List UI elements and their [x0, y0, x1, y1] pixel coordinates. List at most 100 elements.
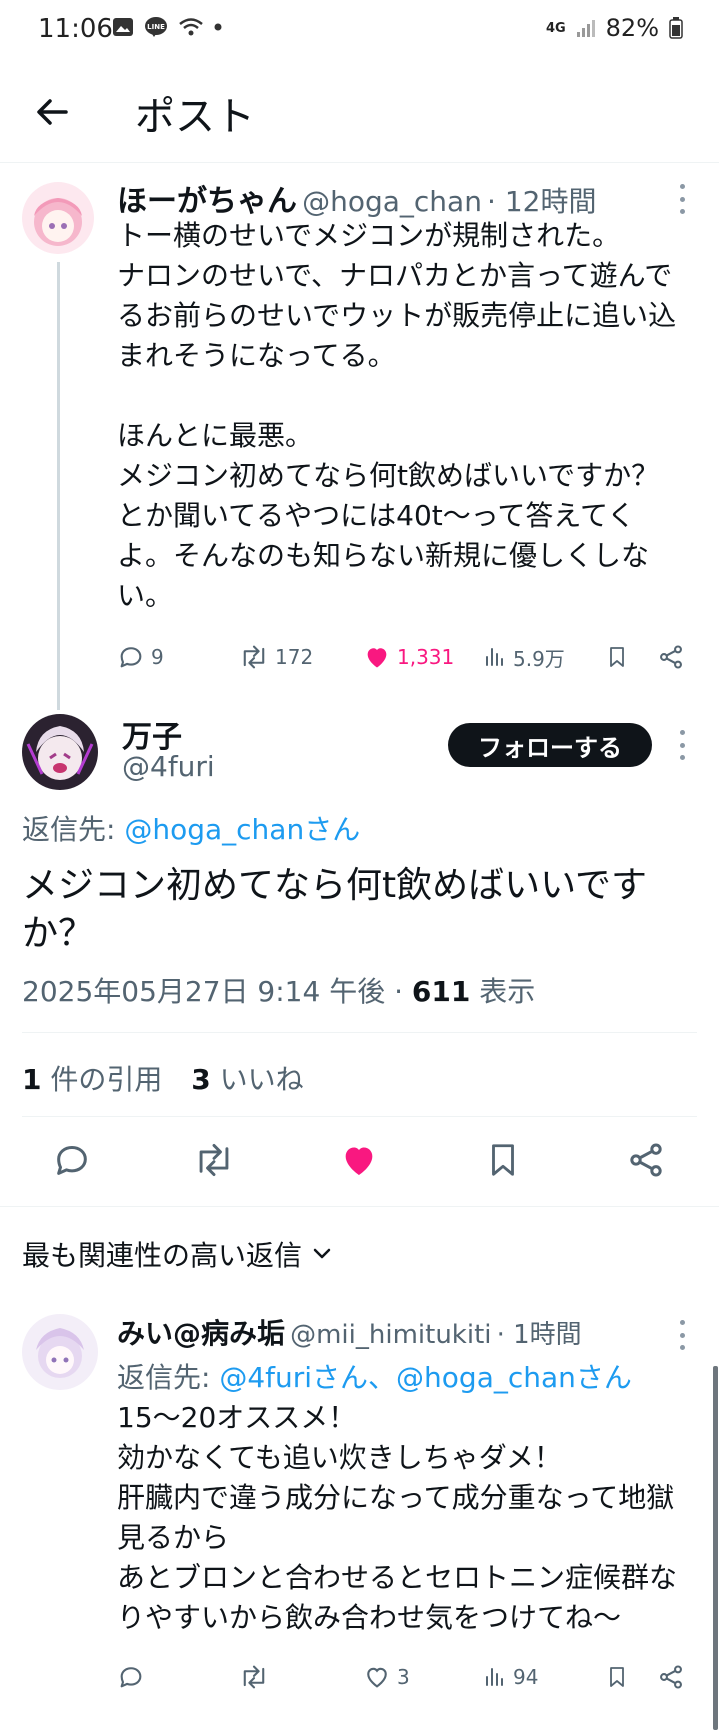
heart-outline-icon [367, 1667, 387, 1688]
signal-icon [576, 18, 596, 38]
repost-icon [243, 1665, 265, 1689]
post-author: みい@病み垢 @mii_himitukiti · 1時間 [117, 1312, 582, 1352]
views-button[interactable]: 5.9万 [483, 643, 565, 672]
timestamp[interactable]: 2025年05月27日 9:14 午後 · [22, 975, 412, 1008]
status-bar: 11:06 LINE 4G 82% [0, 0, 719, 60]
reply-to-link[interactable]: @4furiさん、@hoga_chanさん [219, 1361, 632, 1394]
author-name[interactable]: ほーがちゃん [117, 184, 297, 219]
share-button[interactable] [657, 643, 685, 671]
replies-sort-dropdown[interactable]: 最も関連性の高い返信 [22, 1234, 332, 1274]
avatar[interactable] [22, 1314, 98, 1390]
post-text: メジコン初めてなら何t飲めばいいです か？ [22, 865, 648, 954]
views-count: 5.9万 [513, 646, 565, 671]
divider [22, 1116, 697, 1117]
more-options-icon[interactable] [677, 1320, 687, 1350]
author-handle[interactable]: @mii_himitukiti [290, 1320, 491, 1350]
heart-filled-icon [345, 1147, 373, 1175]
author-name[interactable]: みい@病み垢 [117, 1317, 285, 1350]
post-actions: 3 94 [117, 1660, 687, 1694]
post-time[interactable]: · 12時間 [487, 185, 596, 218]
repost-button[interactable]: 172 [239, 643, 313, 671]
bookmark-button[interactable] [605, 643, 629, 671]
avatar[interactable] [22, 182, 94, 254]
reply-to-line: 返信先: @hoga_chanさん [22, 808, 360, 848]
like-button[interactable]: 3 [363, 1663, 410, 1691]
dot-icon [214, 23, 222, 31]
battery-icon [669, 17, 683, 39]
battery-level: 82% [605, 14, 659, 42]
post-text: トー横のせいでメジコンが規制された。 ナロンのせいで、ナロパカとか言って遊んで … [117, 219, 677, 612]
reply-icon [57, 1146, 87, 1175]
post-actions: 9 172 1,331 5.9万 [117, 640, 687, 674]
like-count: 3 [397, 1665, 410, 1689]
more-options-icon[interactable] [677, 730, 687, 760]
repost-icon [199, 1144, 229, 1176]
gallery-icon [112, 17, 134, 37]
views-icon [486, 648, 503, 666]
likes-stat[interactable]: 3 いいね [191, 1063, 303, 1096]
post-author: ほーがちゃん @hoga_chan · 12時間 [117, 176, 596, 220]
reply-count: 9 [151, 645, 164, 669]
like-count: 1,331 [397, 645, 455, 669]
main-post-actions [0, 1140, 719, 1184]
svg-text:LINE: LINE [147, 23, 165, 31]
thread-connector-line [57, 262, 60, 710]
status-right: 4G 82% [546, 14, 683, 42]
view-count: 611 [411, 975, 471, 1008]
reply-to-prefix: 返信先: [22, 813, 125, 846]
repost-button[interactable] [193, 1140, 235, 1180]
divider [22, 1032, 697, 1033]
repost-icon [243, 645, 265, 669]
reply-to-prefix: 返信先: [117, 1361, 220, 1394]
follow-button[interactable]: フォローする [448, 723, 652, 767]
quotes-stat[interactable]: 1 件の引用 [22, 1063, 162, 1096]
heart-filled-icon [367, 648, 387, 668]
share-button[interactable] [626, 1140, 666, 1180]
bookmark-icon [610, 647, 624, 667]
like-button[interactable]: 1,331 [363, 643, 454, 671]
repost-button[interactable] [239, 1663, 275, 1691]
header: ポスト [0, 62, 719, 163]
repost-count: 172 [275, 645, 314, 669]
share-button[interactable] [657, 1663, 685, 1691]
reply-to-link[interactable]: @hoga_chanさん [124, 813, 360, 846]
like-button[interactable] [339, 1140, 379, 1180]
scrollbar[interactable] [713, 1366, 718, 1730]
author-handle[interactable]: @4furi [122, 750, 215, 783]
view-label: 表示 [470, 975, 536, 1008]
line-app-icon: LINE [144, 16, 168, 38]
bookmark-icon [492, 1144, 514, 1176]
chevron-down-icon [313, 1248, 331, 1259]
reply-button[interactable] [52, 1140, 92, 1180]
views-button[interactable]: 94 [483, 1664, 538, 1690]
views-icon [486, 1668, 503, 1686]
reply-icon [120, 647, 142, 668]
notification-icons: LINE [112, 16, 222, 38]
reply-button[interactable]: 9 [117, 643, 164, 671]
status-time: 11:06 [38, 14, 113, 44]
post-timestamp: 2025年05月27日 9:14 午後 · 611 表示 [22, 970, 535, 1010]
reply-to-line: 返信先: @4furiさん、@hoga_chanさん [117, 1356, 632, 1396]
bookmark-button[interactable] [484, 1140, 522, 1180]
more-options-icon[interactable] [677, 184, 687, 214]
bookmark-icon [610, 1667, 624, 1687]
back-button[interactable] [30, 90, 74, 134]
divider [0, 1206, 719, 1207]
reply-button[interactable] [117, 1663, 151, 1691]
author-handle[interactable]: @hoga_chan [302, 185, 482, 218]
avatar[interactable] [22, 714, 98, 790]
reply-icon [120, 1667, 142, 1688]
bookmark-button[interactable] [605, 1663, 629, 1691]
share-icon [630, 1143, 662, 1177]
page-title: ポスト [135, 94, 255, 140]
views-count: 94 [513, 1665, 539, 1689]
network-indicator: 4G [545, 20, 566, 36]
back-arrow-icon [37, 99, 68, 125]
post-time[interactable]: · 1時間 [497, 1320, 582, 1350]
wifi-icon [178, 17, 204, 37]
engagement-stats: 1 件の引用 3 いいね [22, 1058, 304, 1098]
sort-label: 最も関連性の高い返信 [22, 1239, 303, 1272]
share-icon [660, 1665, 682, 1689]
post-text: 15〜20オススメ！ 効かなくても追い炊きしちゃダメ！ 肝臓内で違う成分になって… [117, 1401, 678, 1634]
share-icon [660, 645, 682, 669]
